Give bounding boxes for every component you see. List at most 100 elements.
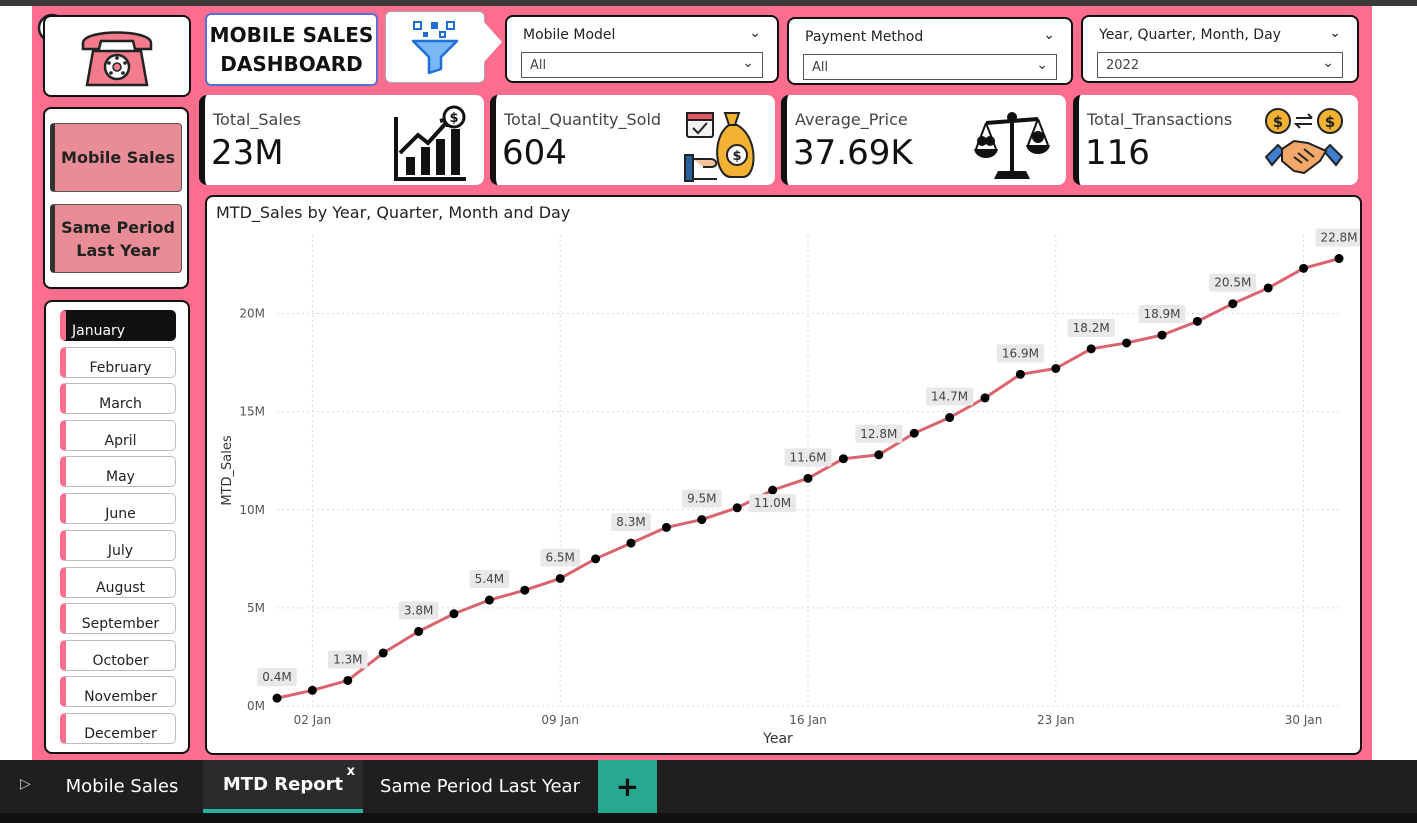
x-tick-label: 30 Jan — [1285, 713, 1323, 727]
data-label: 6.5M — [540, 548, 580, 567]
data-point — [768, 485, 778, 495]
data-point — [909, 428, 919, 438]
page-navigation-panel: Mobile Sales Same Period Last Year — [43, 107, 189, 289]
month-item-june[interactable]: June — [60, 493, 176, 524]
data-point — [1015, 369, 1025, 379]
data-point — [1263, 283, 1273, 293]
x-tick-label: 09 Jan — [541, 713, 579, 727]
y-tick-label: 5M — [247, 601, 265, 615]
data-point — [1051, 363, 1061, 373]
chevron-down-icon: ⌄ — [1036, 57, 1048, 73]
y-tick-label: 0M — [247, 699, 265, 713]
data-label-text: 6.5M — [545, 550, 574, 564]
chevron-down-icon[interactable]: ⌄ — [749, 25, 761, 41]
month-item-october[interactable]: October — [60, 640, 176, 671]
payment-method-slicer[interactable]: Payment Method ⌄ All ⌄ — [787, 17, 1073, 85]
filter-panel-button[interactable] — [385, 11, 485, 83]
month-item-may[interactable]: May — [60, 456, 176, 487]
data-label: 0.4M — [257, 668, 297, 687]
data-label: 14.7M — [926, 387, 974, 406]
date-hierarchy-slicer[interactable]: Year, Quarter, Month, Day ⌄ 2022 ⌄ — [1081, 15, 1359, 83]
month-item-september[interactable]: September — [60, 603, 176, 634]
y-tick-label: 15M — [239, 405, 265, 419]
same-period-last-year-nav-button[interactable]: Same Period Last Year — [50, 204, 182, 273]
x-axis-label: Year — [762, 731, 793, 747]
data-point — [945, 413, 955, 423]
money-bag-hand-icon: $ — [684, 112, 755, 182]
chevron-down-icon[interactable]: ⌄ — [1043, 27, 1055, 43]
month-item-november[interactable]: November — [60, 676, 176, 707]
tab-mobile-sales[interactable]: Mobile Sales — [42, 760, 202, 813]
data-point — [626, 538, 636, 548]
data-label-text: 8.3M — [616, 515, 645, 529]
data-point — [378, 648, 388, 658]
month-item-august[interactable]: August — [60, 567, 176, 598]
data-label: 18.9M — [1138, 305, 1186, 324]
tab-label: Mobile Sales — [65, 776, 179, 797]
data-label: 22.8M — [1315, 228, 1360, 247]
tab-mtd-report[interactable]: MTD Report x — [203, 760, 363, 813]
close-icon[interactable]: x — [347, 764, 355, 779]
kpi-label: Total_Sales — [213, 110, 301, 129]
payment-method-title: Payment Method — [805, 29, 924, 45]
chevron-down-icon[interactable]: ⌄ — [1329, 25, 1341, 41]
month-item-december[interactable]: December — [60, 713, 176, 744]
mtd-sales-chart: MTD_Sales by Year, Quarter, Month and Da… — [205, 195, 1362, 755]
data-point — [484, 595, 494, 605]
month-item-april[interactable]: April — [60, 420, 176, 451]
date-hierarchy-dropdown[interactable]: 2022 ⌄ — [1097, 52, 1343, 78]
data-label: 8.3M — [611, 513, 651, 532]
data-label: 20.5M — [1209, 273, 1257, 292]
dashboard-title: MOBILE SALES DASHBOARD — [205, 13, 378, 86]
data-point — [980, 393, 990, 403]
mobile-model-title: Mobile Model — [523, 27, 616, 43]
kpi-value: 116 — [1085, 133, 1150, 173]
data-label-text: 0.4M — [262, 670, 291, 684]
mobile-model-value: All — [530, 58, 547, 73]
date-hierarchy-value: 2022 — [1106, 58, 1140, 73]
month-item-february[interactable]: February — [60, 347, 176, 378]
month-item-march[interactable]: March — [60, 383, 176, 414]
month-item-july[interactable]: July — [60, 530, 176, 561]
mobile-model-dropdown[interactable]: All ⌄ — [521, 52, 763, 78]
kpi-label: Total_Quantity_Sold — [504, 110, 662, 129]
data-label: 9.5M — [682, 489, 722, 508]
svg-text:$: $ — [449, 111, 458, 126]
tab-same-period-last-year[interactable]: Same Period Last Year — [364, 760, 596, 813]
title-line-1: MOBILE SALES — [209, 22, 374, 47]
kpi-card-total-quantity: Total_Quantity_Sold 604 $ — [490, 95, 775, 185]
kpi-label: Average_Price — [795, 110, 908, 129]
data-point — [661, 522, 671, 532]
payment-method-dropdown[interactable]: All ⌄ — [803, 54, 1057, 80]
date-hierarchy-title: Year, Quarter, Month, Day — [1099, 27, 1281, 43]
tab-label: Same Period Last Year — [380, 776, 580, 797]
x-tick-label: 02 Jan — [294, 713, 332, 727]
plus-icon: + — [615, 770, 640, 803]
same-period-line-1: Same Period — [61, 217, 175, 237]
data-point — [1192, 316, 1202, 326]
logo-box — [43, 15, 191, 97]
data-point — [555, 573, 565, 583]
month-item-january[interactable]: January — [60, 310, 176, 341]
data-label-text: 11.0M — [754, 496, 791, 510]
data-point — [1157, 330, 1167, 340]
x-tick-label: 23 Jan — [1037, 713, 1075, 727]
data-point — [1228, 299, 1238, 309]
data-point — [307, 685, 317, 695]
kpi-card-average-price: Average_Price 37.69K — [781, 95, 1066, 185]
data-label: 12.8M — [855, 424, 903, 443]
data-label-text: 12.8M — [860, 427, 897, 441]
data-point — [1122, 338, 1132, 348]
mobile-model-slicer[interactable]: Mobile Model ⌄ All ⌄ — [505, 15, 779, 83]
data-label: 11.6M — [784, 448, 832, 467]
y-tick-label: 20M — [239, 307, 265, 321]
tab-label: MTD Report — [222, 774, 344, 795]
mobile-sales-nav-button[interactable]: Mobile Sales — [50, 123, 182, 192]
svg-text:$: $ — [1325, 113, 1335, 131]
same-period-line-2: Last Year — [76, 240, 160, 260]
data-label-text: 16.9M — [1002, 346, 1039, 360]
tab-scroll-arrow-icon[interactable]: ▷ — [20, 776, 31, 792]
data-point — [874, 450, 884, 460]
add-page-button[interactable]: + — [598, 760, 657, 813]
data-label: 5.4M — [469, 570, 510, 589]
